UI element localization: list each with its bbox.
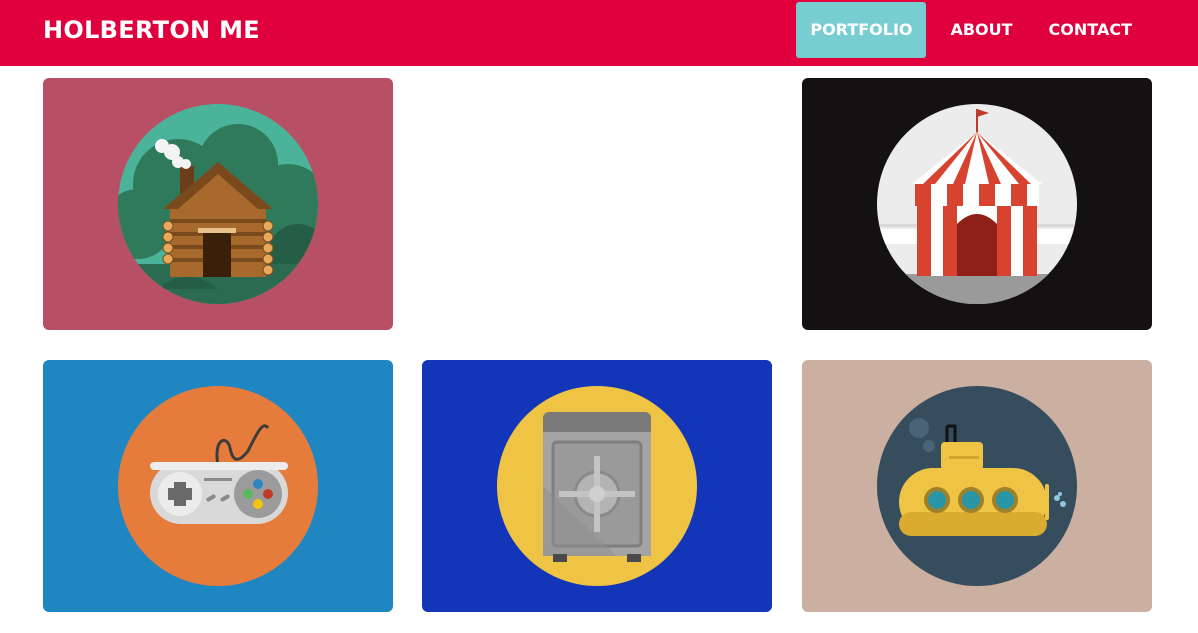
safe-illustration [497,386,697,586]
nav-about[interactable]: ABOUT [934,2,1028,58]
nav-portfolio[interactable]: PORTFOLIO [796,2,927,58]
portfolio-item-cabin[interactable] [43,78,393,330]
portfolio-item-circus[interactable] [802,78,1152,330]
site-header: HOLBERTON ME PORTFOLIO ABOUT CONTACT [0,0,1198,66]
circus-tent-illustration [877,104,1077,304]
portfolio-item-controller[interactable] [43,360,393,612]
nav-contact[interactable]: CONTACT [1033,2,1148,58]
portfolio-item-safe[interactable] [422,360,772,612]
submarine-illustration [877,386,1077,586]
main-nav: PORTFOLIO ABOUT CONTACT [796,2,1198,58]
portfolio-item-submarine[interactable] [802,360,1152,612]
game-controller-illustration [118,386,318,586]
log-cabin-illustration [118,104,318,304]
brand-logo[interactable]: HOLBERTON ME [43,16,260,44]
